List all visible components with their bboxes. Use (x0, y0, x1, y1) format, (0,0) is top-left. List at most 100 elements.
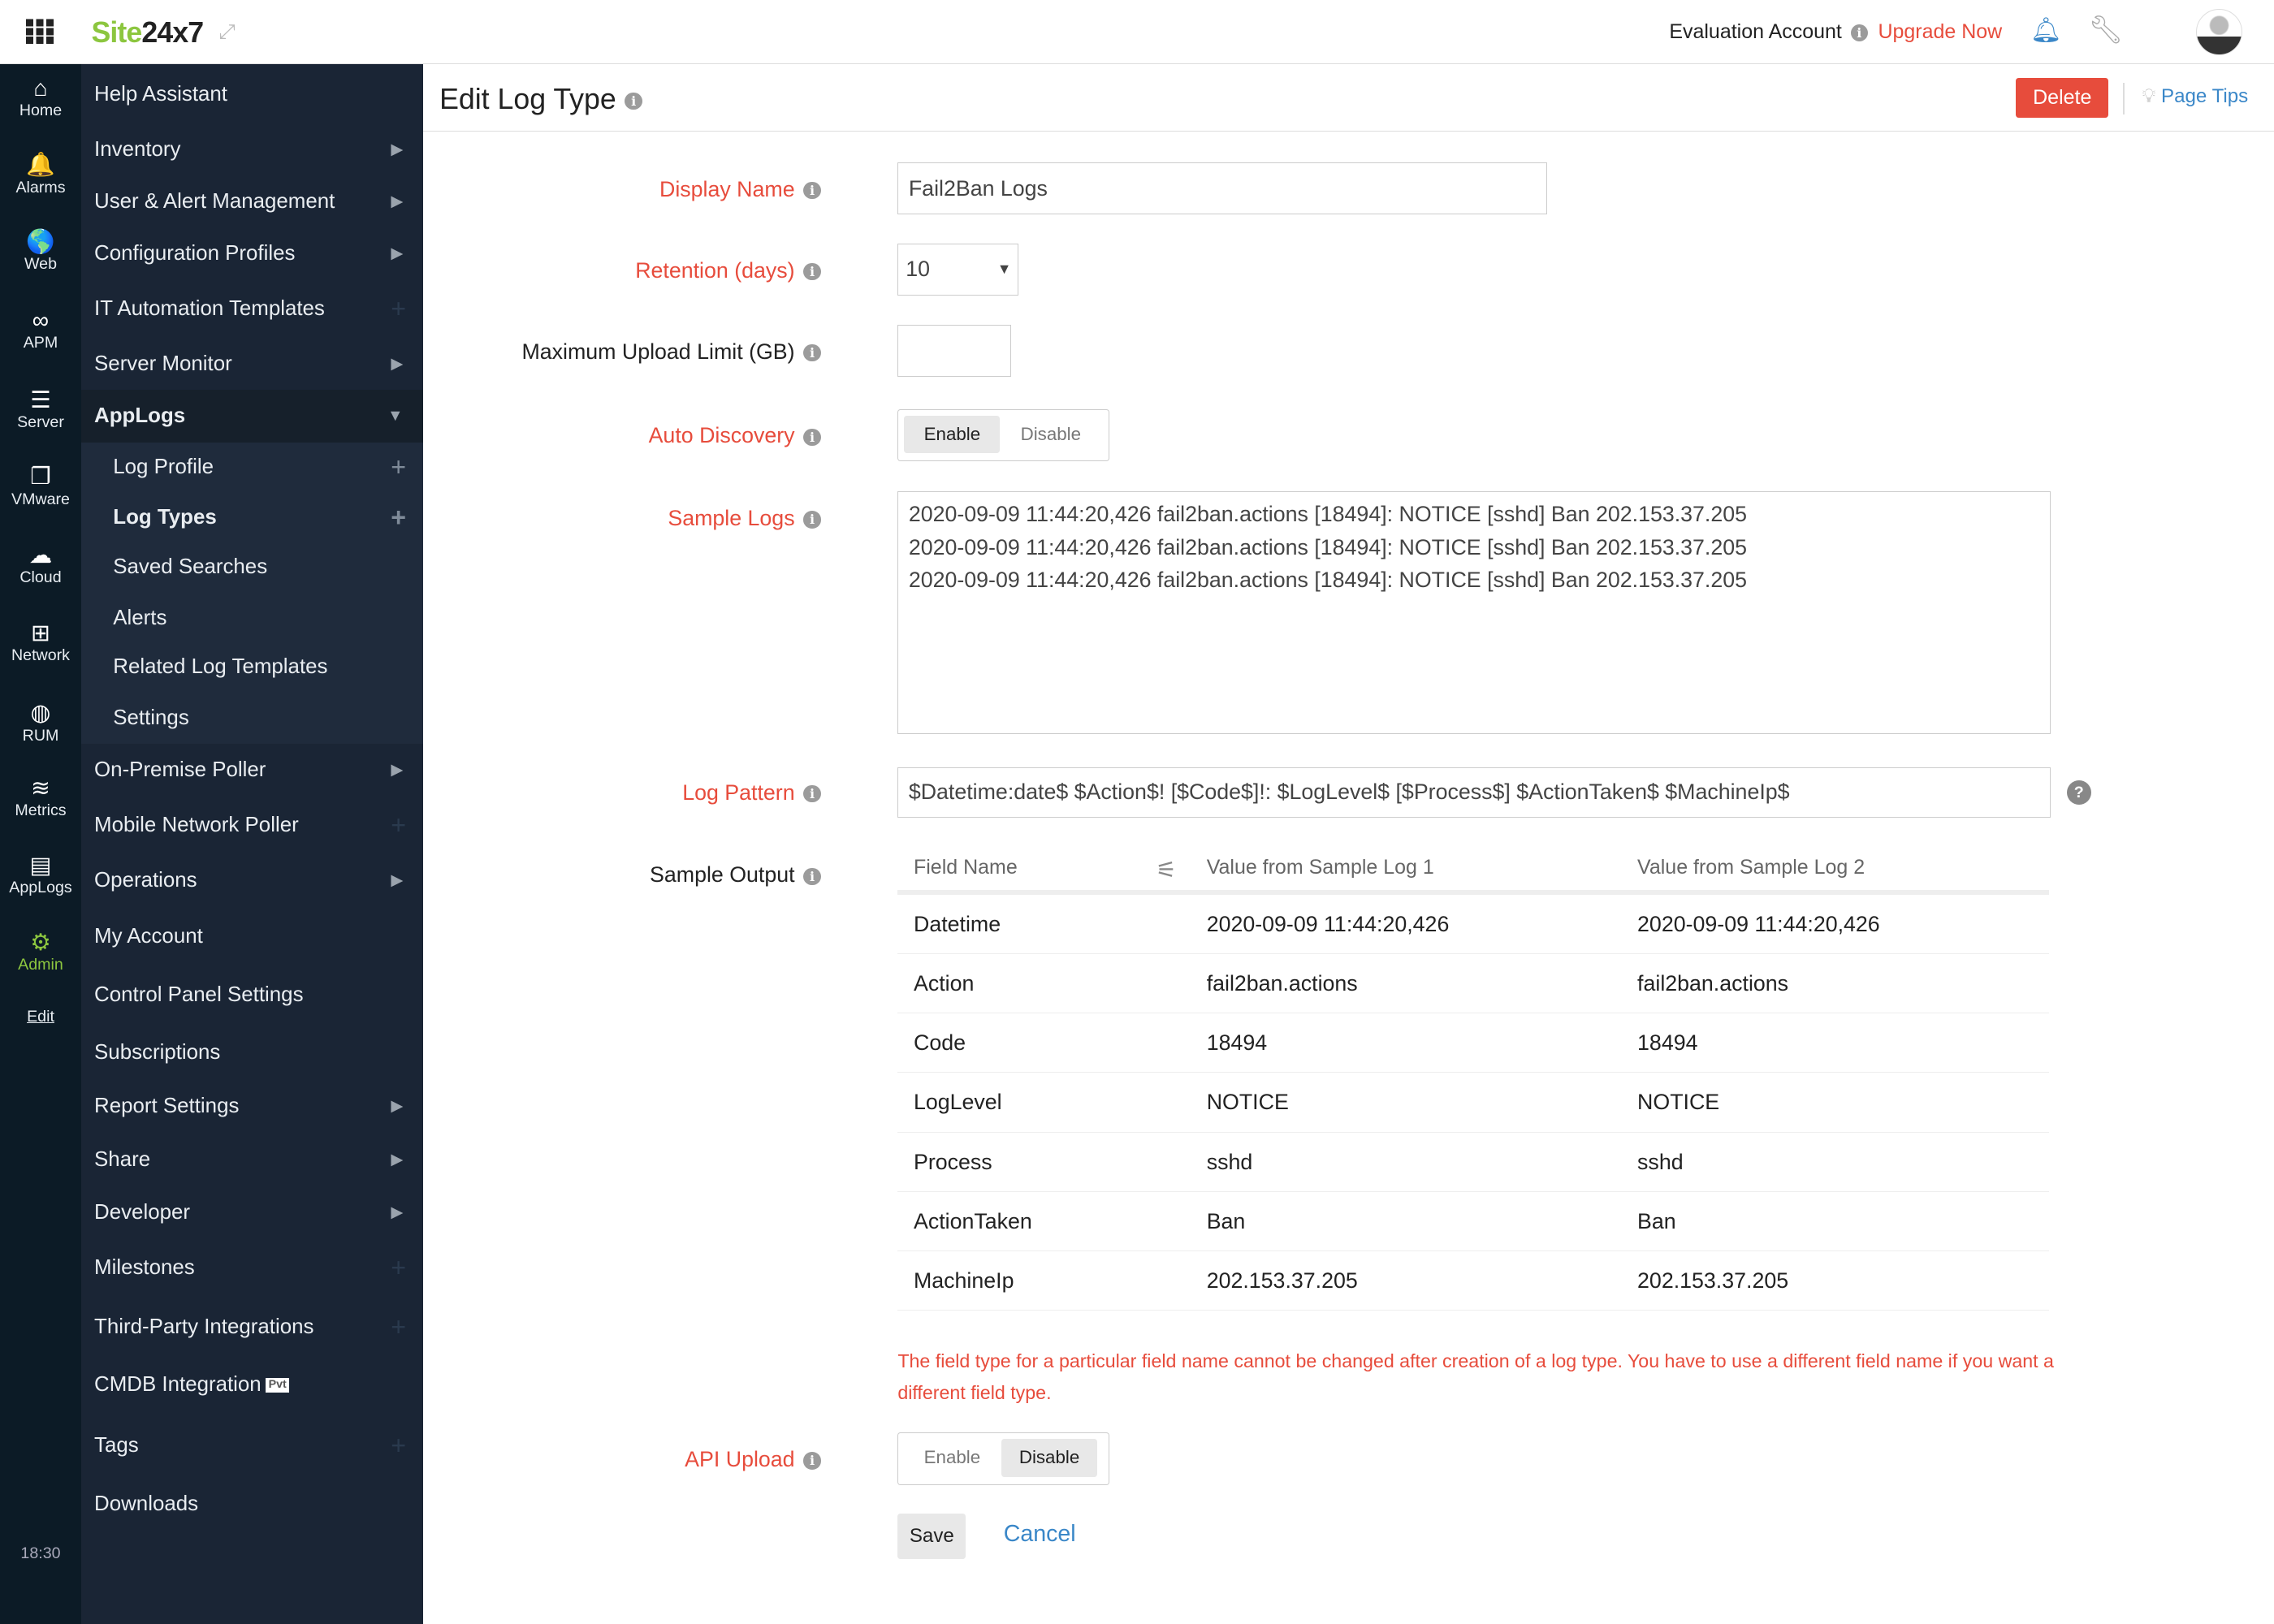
field-name-cell: Action (913, 970, 975, 996)
sidebar-item-tags[interactable]: Tags + (81, 1419, 423, 1471)
sidebar-item-configuration-profiles[interactable]: Configuration Profiles ▶ (81, 227, 423, 279)
rail-edit-link[interactable]: Edit (0, 1008, 81, 1026)
sidebar-item-alerts[interactable]: Alerts (81, 592, 423, 644)
rail-item-alarms[interactable]: 🔔 Alarms (0, 152, 81, 197)
sidebar-item-label: Tags (94, 1434, 139, 1458)
cancel-link[interactable]: Cancel (1004, 1521, 1076, 1548)
rail-item-rum[interactable]: ◍ RUM (0, 700, 81, 745)
sidebar-item-operations[interactable]: Operations ▶ (81, 854, 423, 906)
expand-icon[interactable]: ⤢ (219, 20, 236, 44)
sidebar-item-label: Share (94, 1148, 151, 1172)
save-button[interactable]: Save (897, 1514, 966, 1559)
rail-item-vmware[interactable]: ❐ VMware (0, 464, 81, 508)
rail-item-home[interactable]: ⌂ Home (0, 76, 81, 120)
plus-icon[interactable]: + (391, 1419, 406, 1471)
sidebar-item-control-panel-settings[interactable]: Control Panel Settings (81, 969, 423, 1021)
display-name-input[interactable] (897, 162, 1548, 215)
auto-discovery-enable[interactable]: Enable (904, 415, 1001, 454)
sidebar-item-user-alert-management[interactable]: User & Alert Management ▶ (81, 175, 423, 227)
info-icon[interactable]: i (625, 92, 642, 110)
sidebar-item-applogs[interactable]: AppLogs ▼ (80, 390, 424, 443)
plus-icon[interactable]: + (391, 283, 406, 335)
logo[interactable]: Site24x7 (91, 15, 204, 50)
column-settings-icon[interactable]: ⚟ (1156, 856, 1177, 884)
sidebar-item-milestones[interactable]: Milestones + (81, 1242, 423, 1294)
sidebar-item-label: Control Panel Settings (94, 983, 304, 1006)
rail-item-admin[interactable]: ⚙ Admin (0, 930, 81, 974)
plus-icon[interactable]: + (391, 1242, 406, 1294)
table-row: Datetime 2020-09-09 11:44:20,426 2020-09-0… (897, 895, 2050, 954)
bell-icon[interactable]: 🔔︎ (2030, 16, 2062, 45)
rail-item-metrics[interactable]: ≋ Metrics (0, 775, 81, 820)
rail-item-server[interactable]: ☰ Server (0, 387, 81, 432)
plus-icon[interactable]: + (391, 441, 406, 493)
info-icon[interactable]: i (803, 182, 821, 200)
sidebar-item-label: Inventory (94, 137, 181, 161)
delete-button[interactable]: Delete (2016, 78, 2109, 118)
rail-item-web[interactable]: 🌎 Web (0, 229, 81, 274)
sidebar-item-subscriptions[interactable]: Subscriptions (81, 1026, 423, 1078)
sidebar-item-settings[interactable]: Settings (81, 692, 423, 744)
log1-value-cell: 18494 (1206, 1030, 1268, 1056)
sidebar-item-log-profile[interactable]: Log Profile + (81, 441, 423, 493)
info-icon[interactable]: i (803, 867, 821, 886)
plus-icon[interactable]: + (391, 491, 406, 543)
upgrade-link[interactable]: Upgrade Now (1878, 20, 2002, 44)
auto-discovery-disable[interactable]: Disable (1003, 416, 1099, 453)
info-icon[interactable]: i (1850, 24, 1868, 42)
sidebar-item-label: Report Settings (94, 1095, 240, 1118)
rum-globe-icon: ◍ (30, 700, 51, 727)
sidebar-item-label: Mobile Network Poller (94, 813, 299, 836)
sidebar-item-label: Operations (94, 868, 197, 892)
avatar[interactable] (2195, 8, 2242, 55)
rail-item-cloud[interactable]: ☁ Cloud (0, 542, 81, 587)
sidebar-item-developer[interactable]: Developer ▶ (81, 1186, 423, 1238)
rail-item-label: Network (11, 646, 70, 665)
column-header-field-name: Field Name (913, 855, 1018, 879)
rail-item-apm[interactable]: ∞ APM (0, 308, 81, 352)
sample-logs-label: Sample Logs (668, 506, 795, 531)
sidebar-item-label: CMDB Integration (94, 1373, 262, 1397)
rail-item-label: Cloud (19, 568, 62, 586)
info-icon[interactable]: i (803, 784, 821, 803)
info-icon[interactable]: i (803, 344, 821, 362)
sidebar-item-inventory[interactable]: Inventory ▶ (81, 123, 423, 175)
wrench-icon[interactable]: 🔧︎ (2088, 15, 2123, 46)
sidebar-item-log-types[interactable]: Log Types + (81, 491, 423, 543)
sidebar-item-it-automation-templates[interactable]: IT Automation Templates + (81, 283, 423, 335)
sidebar-item-cmdb-integration[interactable]: CMDB Integration Pvt (81, 1358, 423, 1410)
sidebar-item-report-settings[interactable]: Report Settings ▶ (81, 1080, 423, 1132)
sidebar-item-server-monitor[interactable]: Server Monitor ▶ (81, 338, 423, 390)
retention-select[interactable]: 10 ▼ (897, 243, 1018, 296)
sidebar-item-share[interactable]: Share ▶ (81, 1134, 423, 1186)
sample-logs-textarea[interactable]: 2020-09-09 11:44:20,426 fail2ban.actions… (897, 491, 2051, 734)
help-icon[interactable]: ? (2066, 780, 2091, 806)
log2-value-cell: Ban (1637, 1208, 1676, 1233)
max-upload-input[interactable] (897, 324, 1011, 378)
sidebar-item-help-assistant[interactable]: Help Assistant (81, 68, 423, 120)
globe-icon: 🌎 (26, 229, 55, 256)
api-upload-disable[interactable]: Disable (1001, 1439, 1097, 1477)
plus-icon[interactable]: + (391, 799, 406, 851)
rail-item-applogs[interactable]: ▤ AppLogs (0, 853, 81, 897)
logo-24x7: 24x7 (141, 15, 204, 49)
log-pattern-input[interactable] (897, 767, 2051, 818)
sidebar-item-my-account[interactable]: My Account (81, 910, 423, 962)
info-icon[interactable]: i (803, 263, 821, 281)
info-icon[interactable]: i (803, 428, 821, 447)
plus-icon[interactable]: + (391, 1301, 406, 1353)
api-upload-enable[interactable]: Enable (904, 1439, 1000, 1476)
sidebar-item-label: Related Log Templates (113, 655, 328, 679)
sidebar-item-mobile-network-poller[interactable]: Mobile Network Poller + (81, 799, 423, 851)
sidebar-item-downloads[interactable]: Downloads (81, 1478, 423, 1530)
rail-item-network[interactable]: ⊞ Network (0, 620, 81, 665)
page-tips-link[interactable]: 💡︎ Page Tips (2142, 85, 2248, 108)
sidebar-item-related-log-templates[interactable]: Related Log Templates (81, 641, 423, 693)
sidebar-item-on-premise-poller[interactable]: On-Premise Poller ▶ (81, 744, 423, 796)
sidebar-item-saved-searches[interactable]: Saved Searches (81, 541, 423, 593)
info-icon[interactable]: i (803, 1452, 821, 1470)
log1-value-cell: NOTICE (1206, 1090, 1289, 1115)
sidebar-item-third-party-integrations[interactable]: Third-Party Integrations + (81, 1301, 423, 1353)
apps-grid-icon[interactable] (26, 19, 54, 44)
info-icon[interactable]: i (803, 511, 821, 529)
